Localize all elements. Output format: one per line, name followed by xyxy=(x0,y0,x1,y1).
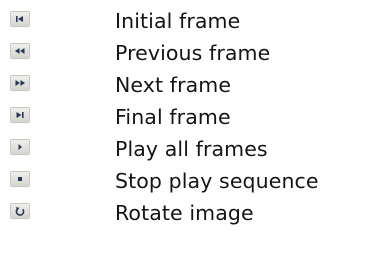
first-frame-button[interactable] xyxy=(10,11,30,27)
legend-row-play-all-frames: Play all frames xyxy=(0,133,374,165)
previous-frame-button[interactable] xyxy=(10,43,30,59)
legend-label: Play all frames xyxy=(115,137,268,161)
previous-frame-icon xyxy=(15,48,25,54)
legend-row-rotate-image: Rotate image xyxy=(0,197,374,229)
next-frame-icon xyxy=(15,80,25,86)
stop-icon xyxy=(18,177,22,181)
legend-row-next-frame: Next frame xyxy=(0,69,374,101)
legend-label: Stop play sequence xyxy=(115,169,319,193)
legend-label: Final frame xyxy=(115,105,231,129)
rotate-button[interactable] xyxy=(10,203,30,219)
legend-row-final-frame: Final frame xyxy=(0,101,374,133)
legend-label: Rotate image xyxy=(115,201,254,225)
rotate-icon xyxy=(15,207,25,216)
play-icon xyxy=(18,144,22,150)
legend-row-initial-frame: Initial frame xyxy=(0,5,374,37)
last-frame-button[interactable] xyxy=(10,107,30,123)
next-frame-button[interactable] xyxy=(10,75,30,91)
legend-label: Next frame xyxy=(115,73,232,97)
legend-row-previous-frame: Previous frame xyxy=(0,37,374,69)
last-frame-icon xyxy=(16,112,24,118)
legend-row-stop-play-sequence: Stop play sequence xyxy=(0,165,374,197)
legend-label: Previous frame xyxy=(115,41,271,65)
play-button[interactable] xyxy=(10,139,30,155)
stop-button[interactable] xyxy=(10,171,30,187)
first-frame-icon xyxy=(16,16,23,22)
toolbar-legend: Initial frame Previous frame Next frame … xyxy=(0,0,374,261)
legend-label: Initial frame xyxy=(115,9,241,33)
